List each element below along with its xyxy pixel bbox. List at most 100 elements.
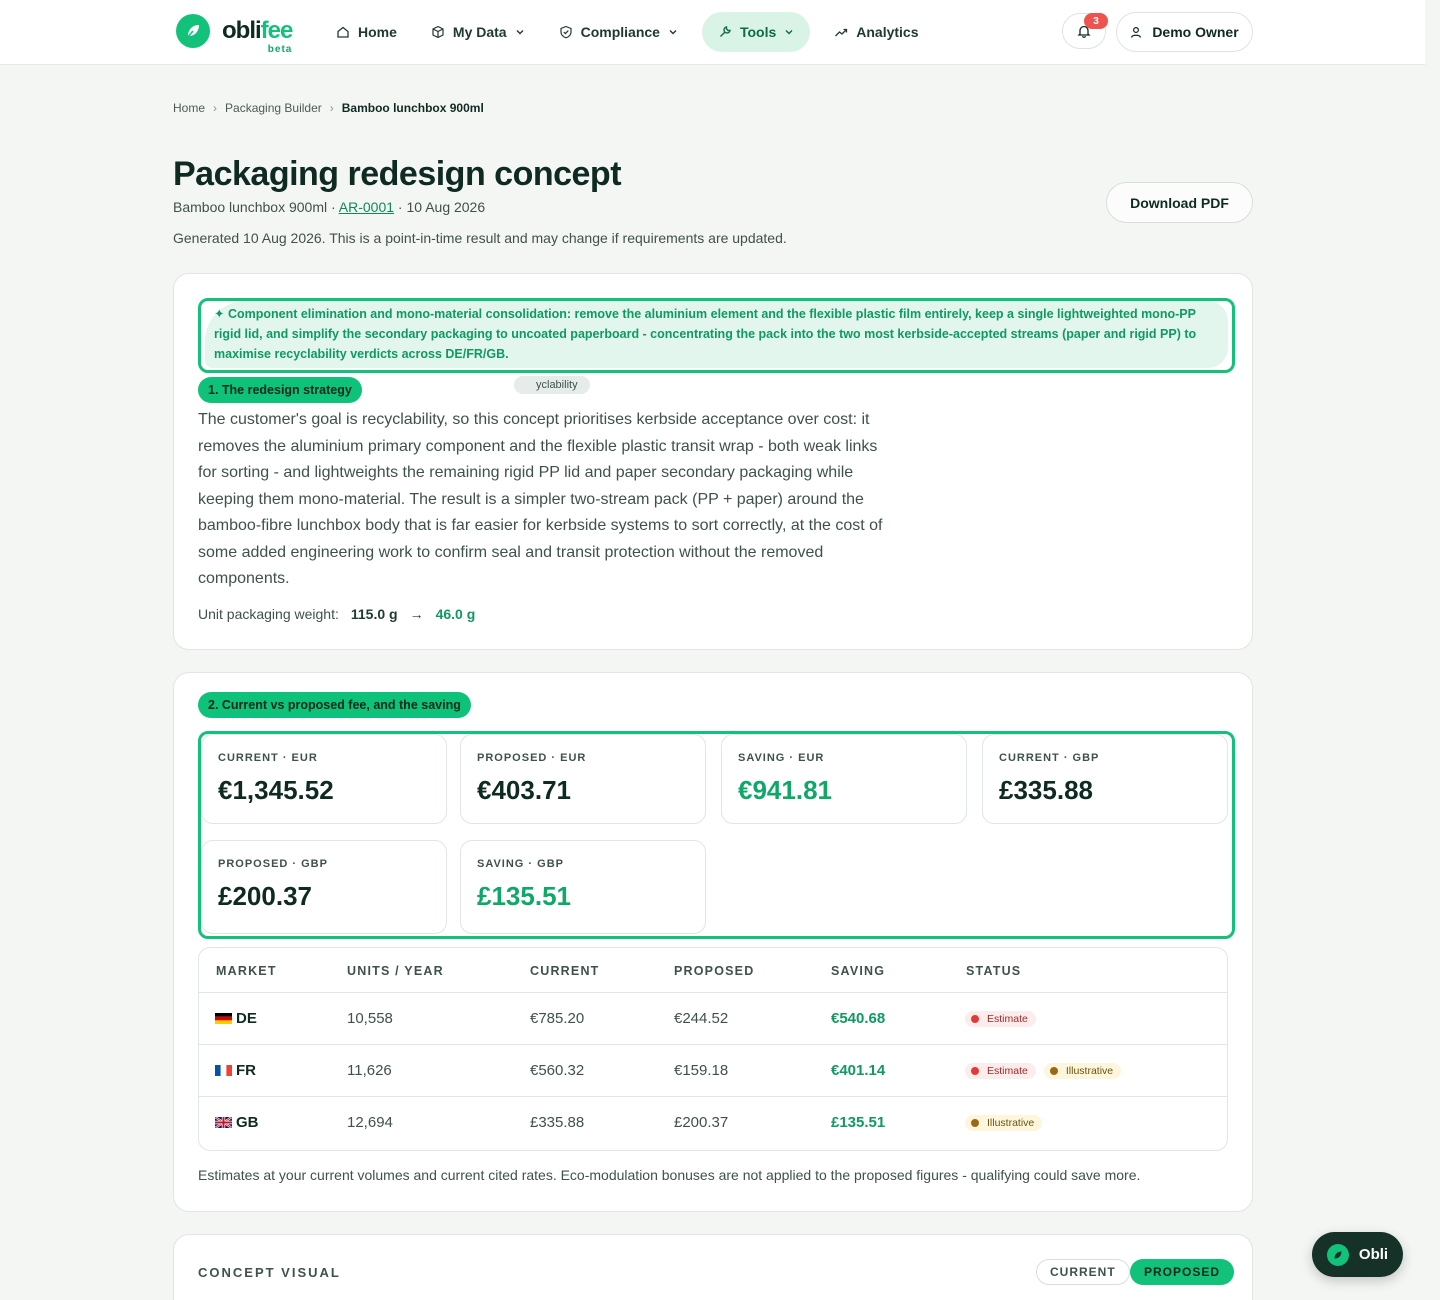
table-row: DE 10,558 €785.20 €244.52 €540.68 Estima… — [199, 992, 1227, 1044]
download-pdf-button[interactable]: Download PDF — [1106, 182, 1253, 223]
saving-amount: €401.14 — [831, 1062, 886, 1079]
assistant-label: Obli — [1358, 1246, 1389, 1263]
page-date: 10 Aug 2026 — [406, 199, 486, 215]
estimate-footnote: Estimates at your current volumes and cu… — [198, 1167, 1141, 1183]
status-badge-estimate: Estimate — [965, 1011, 1036, 1027]
column-header-status: STATUS — [966, 964, 1022, 978]
tile-label: CURRENT · GBP — [999, 752, 1100, 764]
concept-visual-title: CONCEPT VISUAL — [198, 1265, 341, 1280]
proposed-fee: €244.52 — [674, 1010, 729, 1027]
saving-amount: €540.68 — [831, 1010, 886, 1027]
chevron-down-icon — [785, 30, 793, 35]
nav-my-data[interactable]: My Data — [421, 12, 535, 52]
tile-value: €941.81 — [738, 775, 832, 805]
tile-value: £135.51 — [477, 881, 571, 911]
nav-compliance[interactable]: Compliance — [549, 12, 688, 52]
nav-compliance-label: Compliance — [580, 24, 660, 40]
nav-tools[interactable]: Tools — [701, 12, 811, 52]
user-name: Demo Owner — [1152, 24, 1239, 40]
status-badges: Illustrative — [965, 1115, 1050, 1131]
section-label-strategy: 1. The redesign strategy — [198, 377, 362, 403]
status-badge-label: Estimate — [987, 1065, 1028, 1077]
top-navigation-bar: oblifee beta Home My Data Compliance Too… — [0, 0, 1425, 65]
nav-my-data-label: My Data — [452, 24, 507, 40]
box-icon — [432, 25, 444, 39]
status-badge-estimate: Estimate — [965, 1063, 1036, 1079]
current-fee: €785.20 — [530, 1010, 585, 1027]
column-header-current: CURRENT — [530, 964, 600, 978]
proposed-fee: €159.18 — [674, 1062, 729, 1079]
brand-logo[interactable]: oblifee beta — [176, 14, 294, 55]
breadcrumb-home[interactable]: Home — [173, 101, 205, 115]
flag-de-icon — [215, 1013, 232, 1024]
concept-visual-card: CONCEPT VISUAL CURRENT PROPOSED — [173, 1234, 1253, 1300]
reference-link[interactable]: AR-0001 — [339, 199, 394, 215]
status-badge-label: Illustrative — [987, 1117, 1035, 1129]
tile-current-gbp: CURRENT · GBP £335.88 — [982, 734, 1228, 824]
fee-card: 2. Current vs proposed fee, and the savi… — [173, 672, 1253, 1212]
market-name: DE — [236, 1010, 257, 1027]
tile-value: £335.88 — [999, 775, 1093, 805]
status-badge-label: Illustrative — [1065, 1065, 1114, 1077]
tile-saving-eur: SAVING · EUR €941.81 — [721, 734, 967, 824]
chevron-down-icon — [669, 30, 677, 35]
product-name: Bamboo lunchbox 900ml — [173, 199, 328, 215]
breadcrumb-current: Bamboo lunchbox 900ml — [341, 101, 484, 115]
weight-proposed: 46.0 g — [435, 606, 476, 622]
leaf-icon — [176, 14, 210, 48]
shield-icon — [559, 25, 572, 39]
status-badge-illustrative: Illustrative — [1043, 1063, 1122, 1079]
strategy-body: The customer's goal is recyclability, so… — [198, 411, 883, 587]
brand-name-b: fee — [260, 17, 294, 44]
market-name: FR — [236, 1062, 256, 1079]
tile-label: CURRENT · EUR — [218, 752, 318, 764]
market-name: GB — [236, 1114, 259, 1131]
strategy-headline-box: ✦ Component elimination and mono-materia… — [198, 298, 1235, 373]
flag-fr-icon — [215, 1065, 232, 1076]
main-nav: Home My Data Compliance Tools Analytics — [326, 12, 943, 52]
flag-gb-icon — [215, 1117, 232, 1128]
tile-value: €403.71 — [477, 775, 571, 805]
arrow-right-icon: → — [409, 606, 424, 622]
saving-amount: £135.51 — [831, 1114, 886, 1131]
column-header-proposed: PROPOSED — [674, 964, 755, 978]
nav-analytics-label: Analytics — [856, 24, 919, 40]
nav-home[interactable]: Home — [326, 12, 407, 52]
tile-value: €1,345.52 — [218, 775, 334, 805]
strategy-card: ✦ Component elimination and mono-materia… — [173, 273, 1253, 650]
tile-label: PROPOSED · GBP — [218, 858, 328, 870]
page-meta: Bamboo lunchbox 900ml · AR-0001 · 10 Aug… — [173, 199, 486, 215]
status-badges: Estimate — [965, 1011, 1044, 1027]
breadcrumb: Home › Packaging Builder › Bamboo lunchb… — [173, 101, 484, 115]
table-row: FR 11,626 €560.32 €159.18 €401.14 Estima… — [199, 1044, 1227, 1096]
tile-saving-gbp: SAVING · GBP £135.51 — [460, 840, 706, 934]
fee-tiles: CURRENT · EUR €1,345.52 PROPOSED · EUR €… — [198, 731, 1235, 939]
status-badge-illustrative: Illustrative — [965, 1115, 1043, 1131]
breadcrumb-packaging-builder[interactable]: Packaging Builder — [225, 101, 322, 115]
wrench-icon — [719, 26, 731, 37]
status-badge-label: Estimate — [987, 1013, 1028, 1025]
nav-analytics[interactable]: Analytics — [824, 12, 928, 52]
breadcrumb-separator: › — [329, 101, 334, 115]
weight-current: 115.0 g — [350, 606, 398, 622]
home-icon — [337, 26, 349, 38]
toggle-current-button[interactable]: CURRENT — [1036, 1259, 1130, 1285]
leaf-icon — [1326, 1243, 1349, 1266]
user-menu-button[interactable]: Demo Owner — [1116, 12, 1253, 52]
assistant-button[interactable]: Obli — [1312, 1232, 1403, 1277]
units-per-year: 11,626 — [347, 1062, 392, 1079]
units-per-year: 12,694 — [347, 1114, 393, 1131]
proposed-fee: £200.37 — [674, 1114, 729, 1131]
chevron-down-icon — [516, 30, 524, 35]
toggle-proposed-button[interactable]: PROPOSED — [1130, 1259, 1235, 1285]
nav-home-label: Home — [358, 24, 397, 40]
tile-proposed-gbp: PROPOSED · GBP £200.37 — [201, 840, 447, 934]
tile-current-eur: CURRENT · EUR €1,345.52 — [201, 734, 447, 824]
tile-label: PROPOSED · EUR — [477, 752, 587, 764]
trend-up-icon — [835, 28, 848, 37]
unit-weight-line: Unit packaging weight: 115.0 g → 46.0 g — [198, 606, 475, 622]
user-icon — [1131, 26, 1142, 38]
beta-badge: beta — [267, 44, 293, 55]
current-fee: £335.88 — [530, 1114, 585, 1131]
generated-notice: Generated 10 Aug 2026. This is a point-i… — [173, 230, 787, 246]
